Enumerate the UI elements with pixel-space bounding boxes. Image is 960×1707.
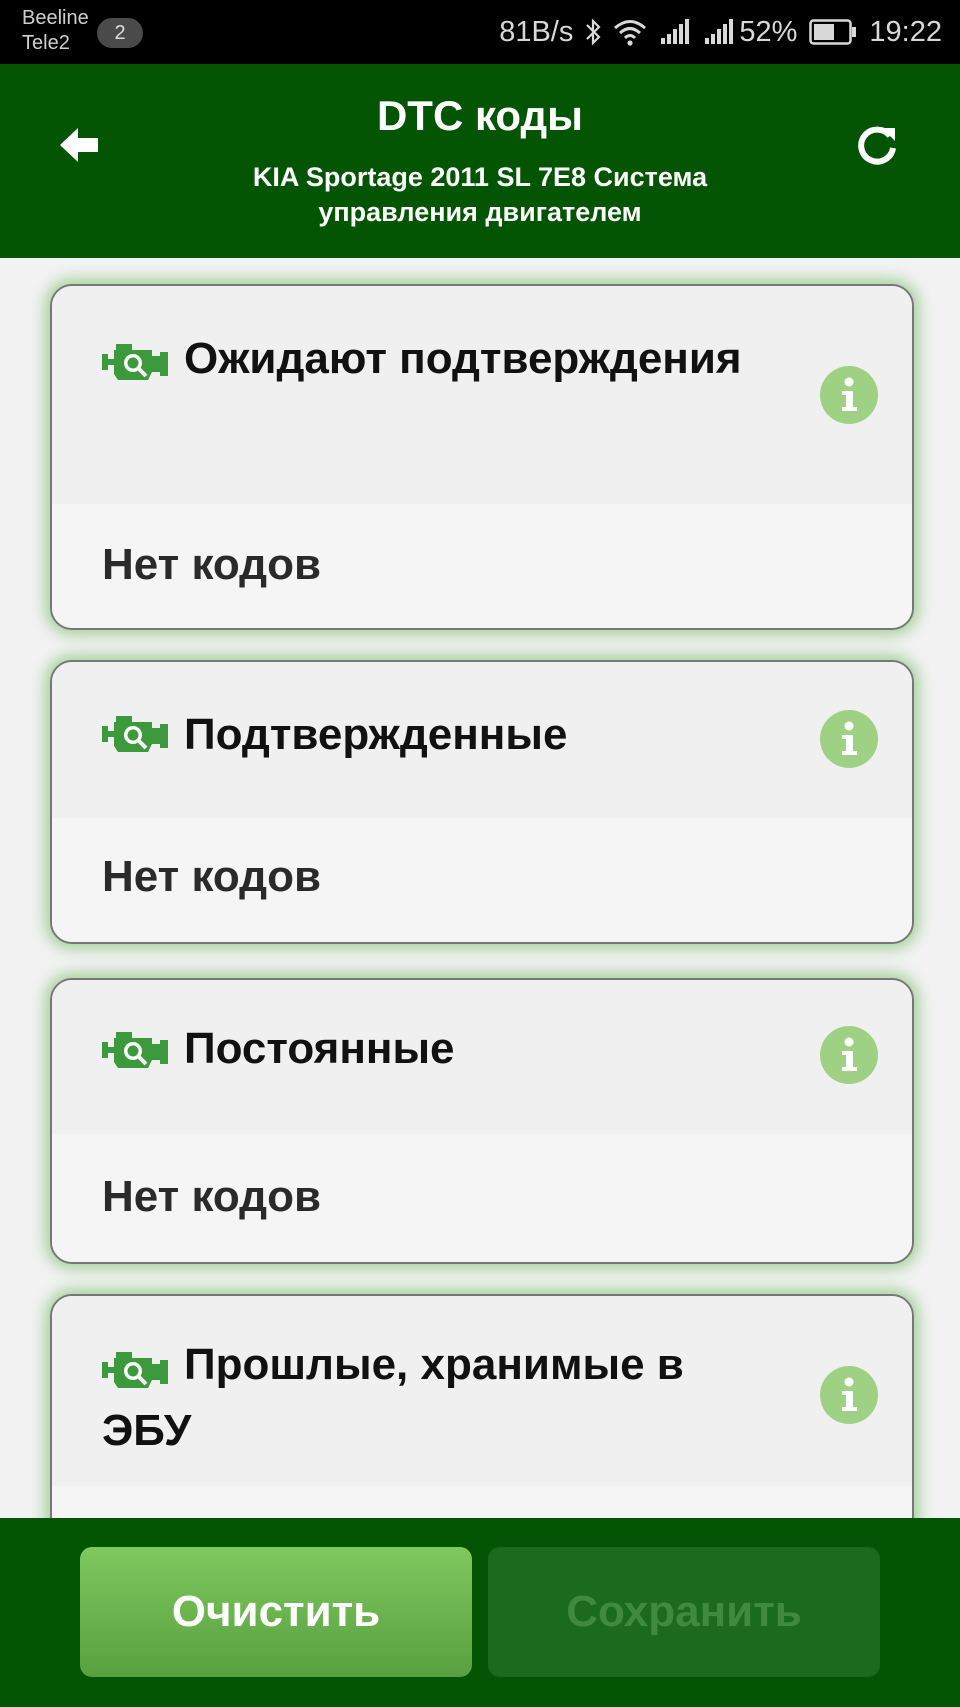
dtc-card-confirmed[interactable]: Подтвержденные Нет кодов <box>50 660 914 944</box>
signal-icon-sim2 <box>703 18 735 46</box>
network-speed: 81B/s <box>499 15 574 48</box>
dtc-card-permanent[interactable]: Постоянные Нет кодов <box>50 978 914 1264</box>
clock: 19:22 <box>869 15 942 48</box>
refresh-icon <box>858 126 896 165</box>
carrier-2: Tele2 <box>22 32 70 54</box>
page-subtitle: KIA Sportage 2011 SL 7E8 Система управле… <box>252 162 708 227</box>
dtc-card-pending[interactable]: Ожидают подтверждения Нет кодов <box>50 284 914 630</box>
card-body: Нет кодов <box>52 818 912 942</box>
info-icon[interactable] <box>820 1366 878 1424</box>
bottom-action-bar: Очистить Сохранить <box>0 1518 960 1707</box>
card-header: Прошлые, хранимые в ЭБУ <box>52 1296 912 1486</box>
info-icon[interactable] <box>820 1026 878 1084</box>
info-icon[interactable] <box>820 710 878 768</box>
card-body: Нет кодов <box>52 504 912 628</box>
notification-badge: 2 <box>97 18 143 48</box>
wifi-icon <box>613 18 647 46</box>
card-header: Подтвержденные <box>52 662 912 818</box>
info-icon[interactable] <box>820 366 878 424</box>
card-title: Подтвержденные <box>184 710 568 759</box>
card-title: Ожидают подтверждения <box>184 334 742 383</box>
dtc-card-history[interactable]: Прошлые, хранимые в ЭБУ <box>50 1294 914 1518</box>
signal-icon-sim1 <box>659 18 691 46</box>
clear-button[interactable]: Очистить <box>80 1547 472 1677</box>
refresh-button[interactable] <box>852 120 902 170</box>
status-bar: Beeline Tele2 2 81B/s 52% 19:22 <box>0 0 960 64</box>
card-title: Постоянные <box>184 1024 455 1073</box>
no-codes-text: Нет кодов <box>102 540 322 589</box>
app-bar: DTC коды KIA Sportage 2011 SL 7E8 Систем… <box>0 64 960 258</box>
card-header: Постоянные <box>52 980 912 1134</box>
status-indicators: 81B/s 52% 19:22 <box>499 0 942 64</box>
card-body <box>52 1486 912 1518</box>
bluetooth-icon <box>585 18 601 46</box>
no-codes-text: Нет кодов <box>102 852 322 901</box>
no-codes-text: Нет кодов <box>102 1172 322 1221</box>
battery-percent: 52% <box>739 15 798 48</box>
battery-icon <box>809 19 857 45</box>
dtc-card-list: Ожидают подтверждения Нет кодов Подтверж… <box>0 258 960 1518</box>
carrier-1: Beeline <box>22 7 89 29</box>
card-title: Прошлые, хранимые в ЭБУ <box>102 1340 684 1455</box>
carrier-names: Beeline Tele2 <box>22 6 89 56</box>
page-title: DTC коды <box>376 92 584 139</box>
save-button[interactable]: Сохранить <box>488 1547 880 1677</box>
card-body: Нет кодов <box>52 1134 912 1262</box>
card-header: Ожидают подтверждения <box>52 286 912 504</box>
